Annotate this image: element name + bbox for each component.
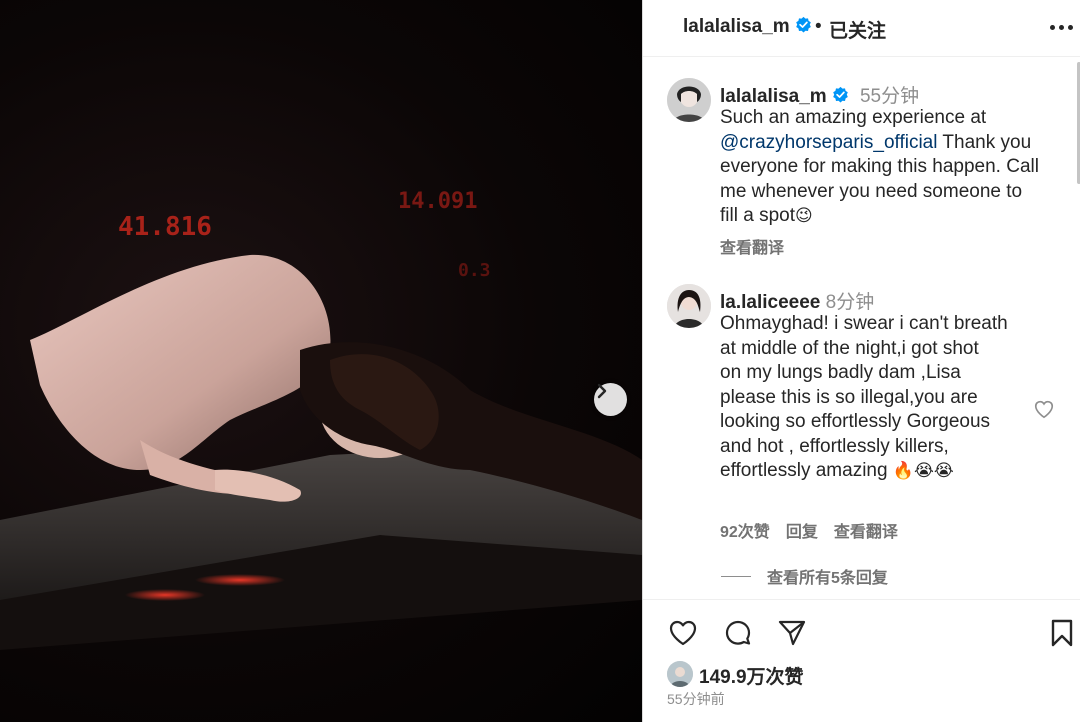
comment-avatar-image — [667, 284, 711, 328]
comment-text: Ohmayghad! i swear i can't breath at mid… — [720, 312, 1010, 484]
avatar[interactable] — [667, 284, 711, 328]
header-separator: • — [815, 16, 822, 37]
likes-count[interactable]: 149.9万次赞 — [699, 662, 804, 689]
view-replies-label[interactable]: 查看所有5条回复 — [767, 564, 888, 588]
comment-header: la.laliceeee 8分钟 — [720, 287, 874, 314]
post-image: 41.816 14.091 0.3 — [0, 0, 642, 722]
bookmark-icon[interactable] — [1046, 617, 1078, 649]
avatar[interactable] — [667, 78, 711, 122]
view-replies-button[interactable]: 查看所有5条回复 — [721, 564, 888, 588]
comment-emojis: 🔥😭😭 — [892, 461, 954, 481]
mention-link[interactable]: @crazyhorseparis_official — [720, 132, 937, 153]
header-username-text[interactable]: lalalalisa_m — [683, 16, 790, 37]
screen-number: 0.3 — [458, 260, 491, 281]
comment-time: 8分钟 — [825, 292, 875, 313]
caption-username[interactable]: lalalalisa_m — [720, 86, 827, 107]
next-arrow-icon — [597, 383, 607, 399]
comment-username[interactable]: la.laliceeee — [720, 292, 820, 313]
post-photo-illustration: 41.816 14.091 0.3 — [0, 189, 642, 650]
screen-number: 14.091 — [398, 189, 477, 214]
caption-text-start: Such an amazing experience at — [720, 107, 987, 128]
caption-avatar-image — [667, 78, 711, 122]
share-icon[interactable] — [776, 617, 808, 649]
following-button[interactable]: 已关注 — [829, 16, 886, 43]
caption-header: lalalalisa_m 55分钟 — [720, 81, 919, 108]
verified-badge-icon — [832, 87, 848, 103]
post-header: lalalalisa_m • 已关注 — [643, 0, 1080, 57]
post-time[interactable]: 55分钟前 — [667, 689, 725, 709]
header-username[interactable]: lalalalisa_m — [683, 16, 812, 38]
heart-icon[interactable] — [667, 617, 699, 649]
screen-number: 41.816 — [118, 212, 212, 242]
caption-time: 55分钟 — [859, 86, 920, 107]
comment-actions: 92次赞 回复 查看翻译 — [720, 518, 898, 542]
comment-icon[interactable] — [722, 617, 754, 649]
caption-translate-button[interactable]: 查看翻译 — [720, 234, 784, 258]
comments-section[interactable]: lalalalisa_m 55分钟 Such an amazing experi… — [643, 57, 1080, 599]
liker-avatar-image — [667, 661, 693, 687]
comment-likes[interactable]: 92次赞 — [720, 518, 770, 542]
comment-translate-button[interactable]: 查看翻译 — [834, 518, 898, 542]
liker-avatar[interactable] — [667, 661, 693, 687]
more-options-icon[interactable] — [1049, 13, 1075, 39]
comment-heart-icon[interactable] — [1033, 398, 1055, 420]
reply-button[interactable]: 回复 — [786, 518, 818, 542]
caption-text: Such an amazing experience at @crazyhors… — [720, 106, 1040, 229]
next-image-button[interactable] — [594, 383, 627, 416]
comment-text-line1: Ohmayghad! i swear i can't breath at mid… — [720, 313, 1008, 359]
post-footer: 149.9万次赞 55分钟前 — [643, 599, 1080, 722]
verified-badge-icon — [795, 17, 811, 33]
replies-divider — [721, 575, 751, 577]
post-side-panel: lalalalisa_m • 已关注 lalalalisa_m 55分钟 Suc… — [642, 0, 1080, 722]
wink-emoji: 😉 — [794, 206, 813, 226]
